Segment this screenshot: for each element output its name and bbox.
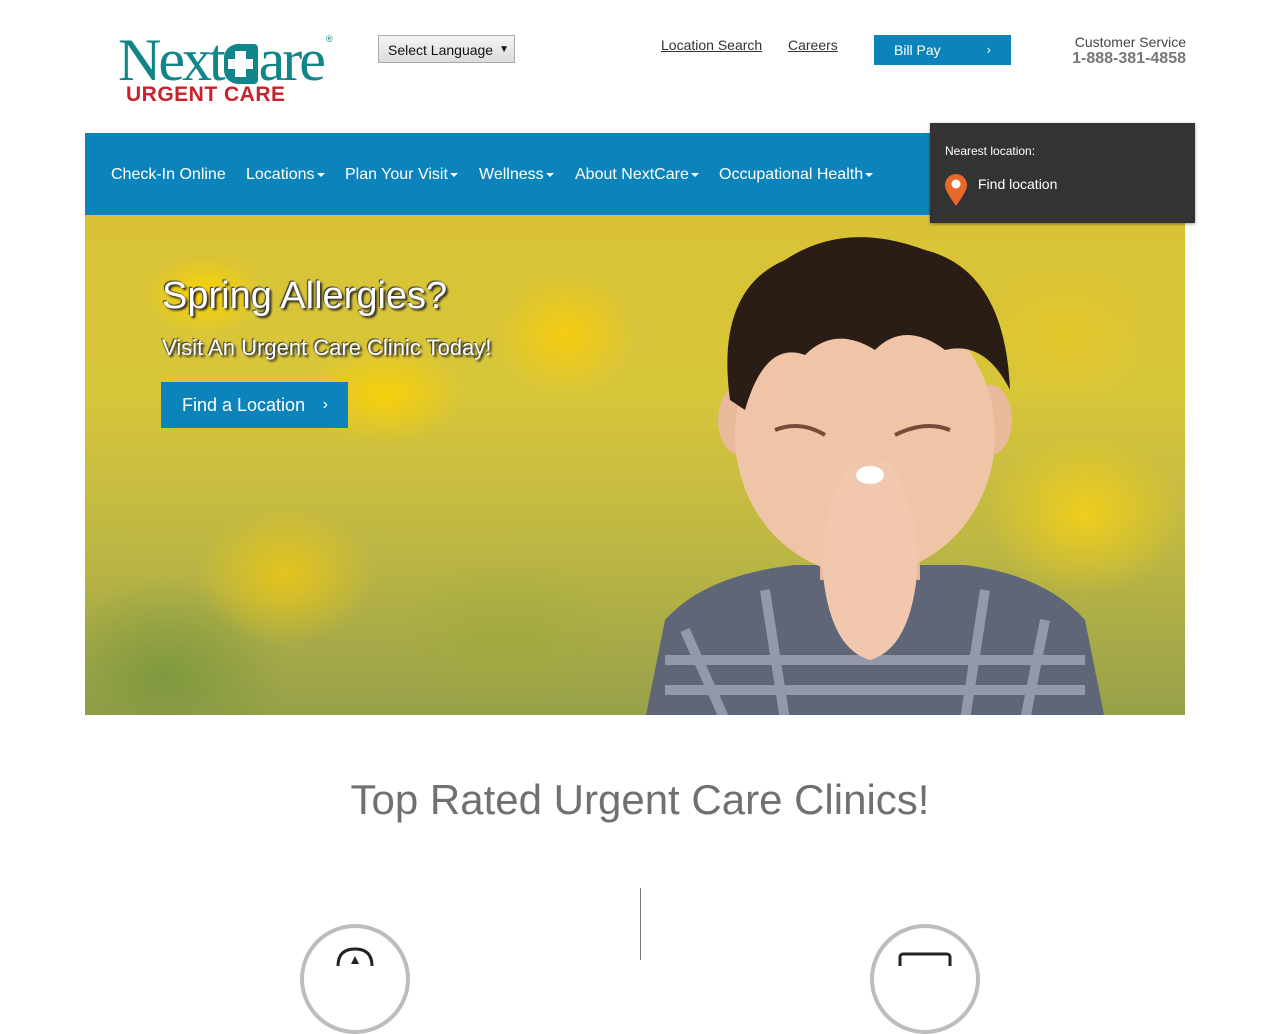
column-divider xyxy=(640,888,641,960)
nav-item-occupational-health[interactable]: Occupational Health xyxy=(719,166,874,184)
logo-wordmark: Next are xyxy=(118,30,326,90)
nav-item-label: Locations xyxy=(246,166,315,183)
caret-down-icon xyxy=(690,172,699,177)
location-search-link[interactable]: Location Search xyxy=(661,37,762,53)
caret-down-icon xyxy=(545,172,554,177)
nav-item-wellness[interactable]: Wellness xyxy=(479,166,554,184)
nav-item-label: Check-In Online xyxy=(111,166,226,183)
nextcare-logo[interactable]: Next are ® URGENT CARE xyxy=(118,30,338,110)
nav-item-label: Occupational Health xyxy=(719,166,864,183)
careers-link[interactable]: Careers xyxy=(788,37,838,53)
feature-circle-left xyxy=(300,924,410,1034)
logo-tagline: URGENT CARE xyxy=(126,83,286,106)
nearest-location-panel: Nearest location: Find location xyxy=(930,123,1195,223)
nav-item-check-in-online[interactable]: Check-In Online xyxy=(111,166,226,184)
nav-item-plan-your-visit[interactable]: Plan Your Visit xyxy=(345,166,458,184)
nav-item-label: Wellness xyxy=(479,166,544,183)
logo-cross-icon xyxy=(223,44,258,84)
nearest-location-label: Nearest location: xyxy=(945,144,1036,158)
caret-down-icon xyxy=(316,172,325,177)
hero-title: Spring Allergies? xyxy=(162,275,448,317)
customer-service-phone[interactable]: 1-888-381-4858 xyxy=(1072,50,1186,68)
map-pin-icon xyxy=(945,174,967,206)
section-headline: Top Rated Urgent Care Clinics! xyxy=(350,776,930,823)
dropdown-arrow-icon: ▼ xyxy=(499,44,509,55)
customer-service: Customer Service 1-888-381-4858 xyxy=(1072,34,1186,68)
nav-item-label: About NextCare xyxy=(575,166,689,183)
registered-mark: ® xyxy=(326,34,333,44)
hero-banner: Spring Allergies? Visit An Urgent Care C… xyxy=(85,215,1185,715)
caret-down-icon xyxy=(449,172,458,177)
find-a-location-button[interactable]: Find a Location › xyxy=(161,382,348,428)
chevron-right-icon: › xyxy=(322,396,328,413)
nav-item-label: Plan Your Visit xyxy=(345,166,448,183)
customer-service-label: Customer Service xyxy=(1074,34,1186,50)
language-select[interactable]: Select Language ▼ xyxy=(378,35,515,63)
bill-pay-button[interactable]: Bill Pay › xyxy=(874,35,1011,65)
language-select-value: Select Language xyxy=(388,42,494,58)
nav-item-about-nextcare[interactable]: About NextCare xyxy=(575,166,699,184)
chevron-right-icon: › xyxy=(986,42,991,57)
bill-pay-label: Bill Pay xyxy=(894,42,941,58)
feature-icon-right xyxy=(898,952,952,966)
feature-icon-left xyxy=(336,947,374,966)
nav-item-locations[interactable]: Locations xyxy=(246,166,325,184)
caret-down-icon xyxy=(865,172,874,177)
feature-circle-right xyxy=(870,924,980,1034)
hero-image-sneezing-boy xyxy=(646,237,1104,715)
hero-subtitle: Visit An Urgent Care Clinic Today! xyxy=(162,335,492,360)
find-location-link[interactable]: Find location xyxy=(978,176,1057,192)
find-a-location-label: Find a Location xyxy=(182,395,306,415)
